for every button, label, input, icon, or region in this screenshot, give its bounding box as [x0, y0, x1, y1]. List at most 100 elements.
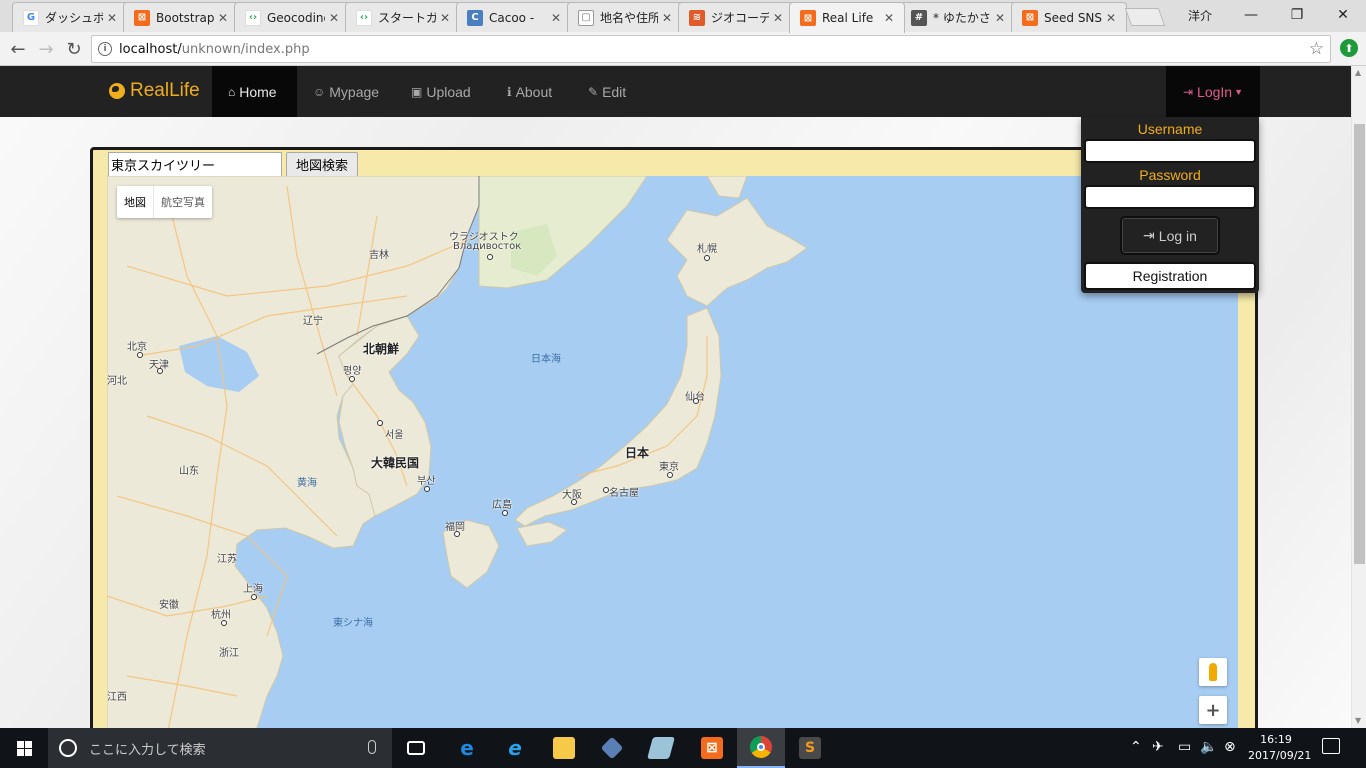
status-x-icon[interactable]: ⊗ — [1224, 739, 1236, 755]
minimize-button[interactable]: — — [1228, 0, 1274, 30]
scroll-down-icon[interactable]: ▼ — [1355, 716, 1361, 725]
maximize-button[interactable]: ❐ — [1274, 0, 1320, 30]
back-icon[interactable]: ← — [6, 37, 30, 61]
info-icon[interactable]: i — [98, 42, 112, 56]
city-marker — [349, 376, 355, 382]
sign-in-icon: ⇥ — [1182, 84, 1194, 99]
extension-icon[interactable]: ⬆ — [1340, 39, 1358, 57]
map-search-button[interactable]: 地図検索 — [286, 152, 358, 177]
tab-geocoding[interactable]: ‹› Geocoding ✕ — [234, 2, 350, 32]
nav-about[interactable]: ℹ About — [491, 66, 568, 117]
map-label: 黄海 — [297, 478, 317, 489]
login-dropdown-toggle[interactable]: ⇥ LogIn ▼ — [1166, 66, 1260, 117]
page-scrollbar[interactable]: ▲ ▼ — [1351, 66, 1366, 728]
map-type-satellite-button[interactable]: 航空写真 — [154, 186, 212, 218]
close-icon[interactable]: ✕ — [551, 11, 563, 25]
map-type-control: 地図 航空写真 — [117, 186, 212, 218]
tab-bootstrap[interactable]: ⊠ Bootstrap ✕ — [123, 2, 239, 32]
map-label: 辽宁 — [303, 316, 323, 327]
taskbar-sublime[interactable]: S — [786, 728, 834, 768]
username-field[interactable] — [1084, 139, 1256, 163]
battery-icon[interactable]: ▭ — [1178, 739, 1191, 755]
reload-icon[interactable]: ↻ — [62, 37, 86, 61]
close-icon[interactable]: ✕ — [662, 11, 674, 25]
smile-icon: ☺ — [313, 84, 326, 99]
tab-place-names[interactable]: ▢ 地名や住所 ✕ — [567, 2, 683, 32]
taskbar-virtualbox[interactable] — [588, 728, 636, 768]
url-path: unknown/index.php — [181, 42, 310, 57]
task-view-button[interactable] — [392, 728, 440, 768]
taskbar-clock[interactable]: 16:19 2017/09/21 — [1248, 732, 1311, 764]
city-marker — [693, 398, 699, 404]
new-tab-button[interactable] — [1124, 8, 1166, 26]
scroll-thumb[interactable] — [1354, 124, 1365, 564]
tab-cacoo[interactable]: C Cacoo - ✕ — [456, 2, 572, 32]
action-center-icon[interactable] — [1322, 738, 1340, 754]
forward-icon[interactable]: → — [34, 37, 58, 61]
close-icon[interactable]: ✕ — [107, 11, 119, 25]
windows-logo-icon — [16, 740, 32, 756]
profile-name[interactable]: 洋介 — [1188, 7, 1212, 24]
close-window-button[interactable]: ✕ — [1320, 0, 1366, 30]
tab-title: Bootstrap — [156, 10, 214, 25]
nav-label: Edit — [602, 83, 627, 100]
city-marker — [704, 255, 710, 261]
map-search-input[interactable] — [108, 152, 282, 177]
tab-seed-sns[interactable]: ⊠ Seed SNS ✕ — [1011, 2, 1127, 32]
taskbar-search-box[interactable]: ここに入力して検索 — [48, 728, 392, 768]
scroll-up-icon[interactable]: ▲ — [1355, 68, 1361, 77]
tab-start-guide[interactable]: ‹› スタートガイド ✕ — [345, 2, 461, 32]
tab-dashboard[interactable]: G ダッシュボード ✕ — [12, 2, 128, 32]
map-type-map-button[interactable]: 地図 — [117, 186, 154, 218]
caret-down-icon: ▼ — [1234, 86, 1244, 97]
street-view-pegman-button[interactable] — [1199, 658, 1227, 686]
map-label: 東シナ海 — [333, 618, 373, 629]
close-icon[interactable]: ✕ — [218, 11, 230, 25]
city-marker — [157, 368, 163, 374]
login-dropdown-menu: Username Password ⇥ Log in Registration — [1081, 117, 1259, 293]
nav-edit[interactable]: ✎ Edit — [572, 66, 642, 117]
address-bar[interactable]: i localhost/unknown/index.php ☆ — [91, 35, 1331, 63]
password-field[interactable] — [1084, 185, 1256, 209]
taskbar-explorer[interactable] — [540, 728, 588, 768]
taskbar-ie[interactable]: e — [491, 728, 539, 768]
xampp-icon: ⊠ — [800, 10, 816, 26]
tab-geocoding-jp[interactable]: ≋ ジオコーディ ✕ — [678, 2, 794, 32]
taskbar-app[interactable] — [637, 728, 685, 768]
geo-icon: ≋ — [689, 9, 705, 26]
close-icon[interactable]: ✕ — [995, 11, 1007, 25]
nav-mypage[interactable]: ☺ Mypage — [297, 66, 395, 117]
tray-expand-icon[interactable]: ⌃ — [1130, 739, 1142, 755]
microphone-icon[interactable] — [368, 740, 376, 754]
map-label: 大韓民国 — [371, 456, 420, 470]
tab-yutakasa[interactable]: # * ゆたかさ ✕ — [900, 2, 1016, 32]
zoom-in-button[interactable]: + — [1199, 696, 1227, 724]
taskbar-chrome[interactable] — [737, 728, 785, 768]
brand-link[interactable]: RealLife — [109, 80, 200, 102]
map-label: 吉林 — [369, 250, 389, 261]
registration-button[interactable]: Registration — [1084, 262, 1256, 290]
taskbar-xampp[interactable]: ⊠ — [688, 728, 736, 768]
nav-upload[interactable]: ▣ Upload — [395, 66, 487, 117]
city-marker — [221, 620, 227, 626]
bookmark-star-icon[interactable]: ☆ — [1309, 39, 1324, 59]
map-label: 東京 — [659, 462, 679, 473]
site-navbar: RealLife ⌂ Home ☺ Mypage ▣ Upload ℹ Abou… — [0, 66, 1351, 117]
login-submit-button[interactable]: ⇥ Log in — [1120, 216, 1220, 255]
map-label: 山东 — [179, 466, 199, 477]
google-map[interactable]: 地図 航空写真 ウラジオストク Владивосток 吉林 札幌 辽宁 日本海… — [107, 176, 1238, 728]
brand-name: RealLife — [130, 80, 200, 101]
close-icon[interactable]: ✕ — [1106, 11, 1118, 25]
airplane-mode-icon[interactable]: ✈ — [1152, 739, 1164, 755]
close-icon[interactable]: ✕ — [884, 11, 896, 25]
internet-explorer-icon: e — [508, 736, 522, 760]
close-icon[interactable]: ✕ — [440, 11, 452, 25]
nav-home[interactable]: ⌂ Home — [212, 66, 297, 117]
volume-muted-icon[interactable]: 🔈 — [1200, 739, 1217, 755]
start-button[interactable] — [0, 728, 48, 768]
close-icon[interactable]: ✕ — [329, 11, 341, 25]
tab-real-life[interactable]: ⊠ Real Life ✕ — [789, 2, 905, 33]
taskbar-edge[interactable]: e — [443, 728, 491, 768]
close-icon[interactable]: ✕ — [773, 11, 785, 25]
tab-title: Geocoding — [267, 10, 325, 25]
